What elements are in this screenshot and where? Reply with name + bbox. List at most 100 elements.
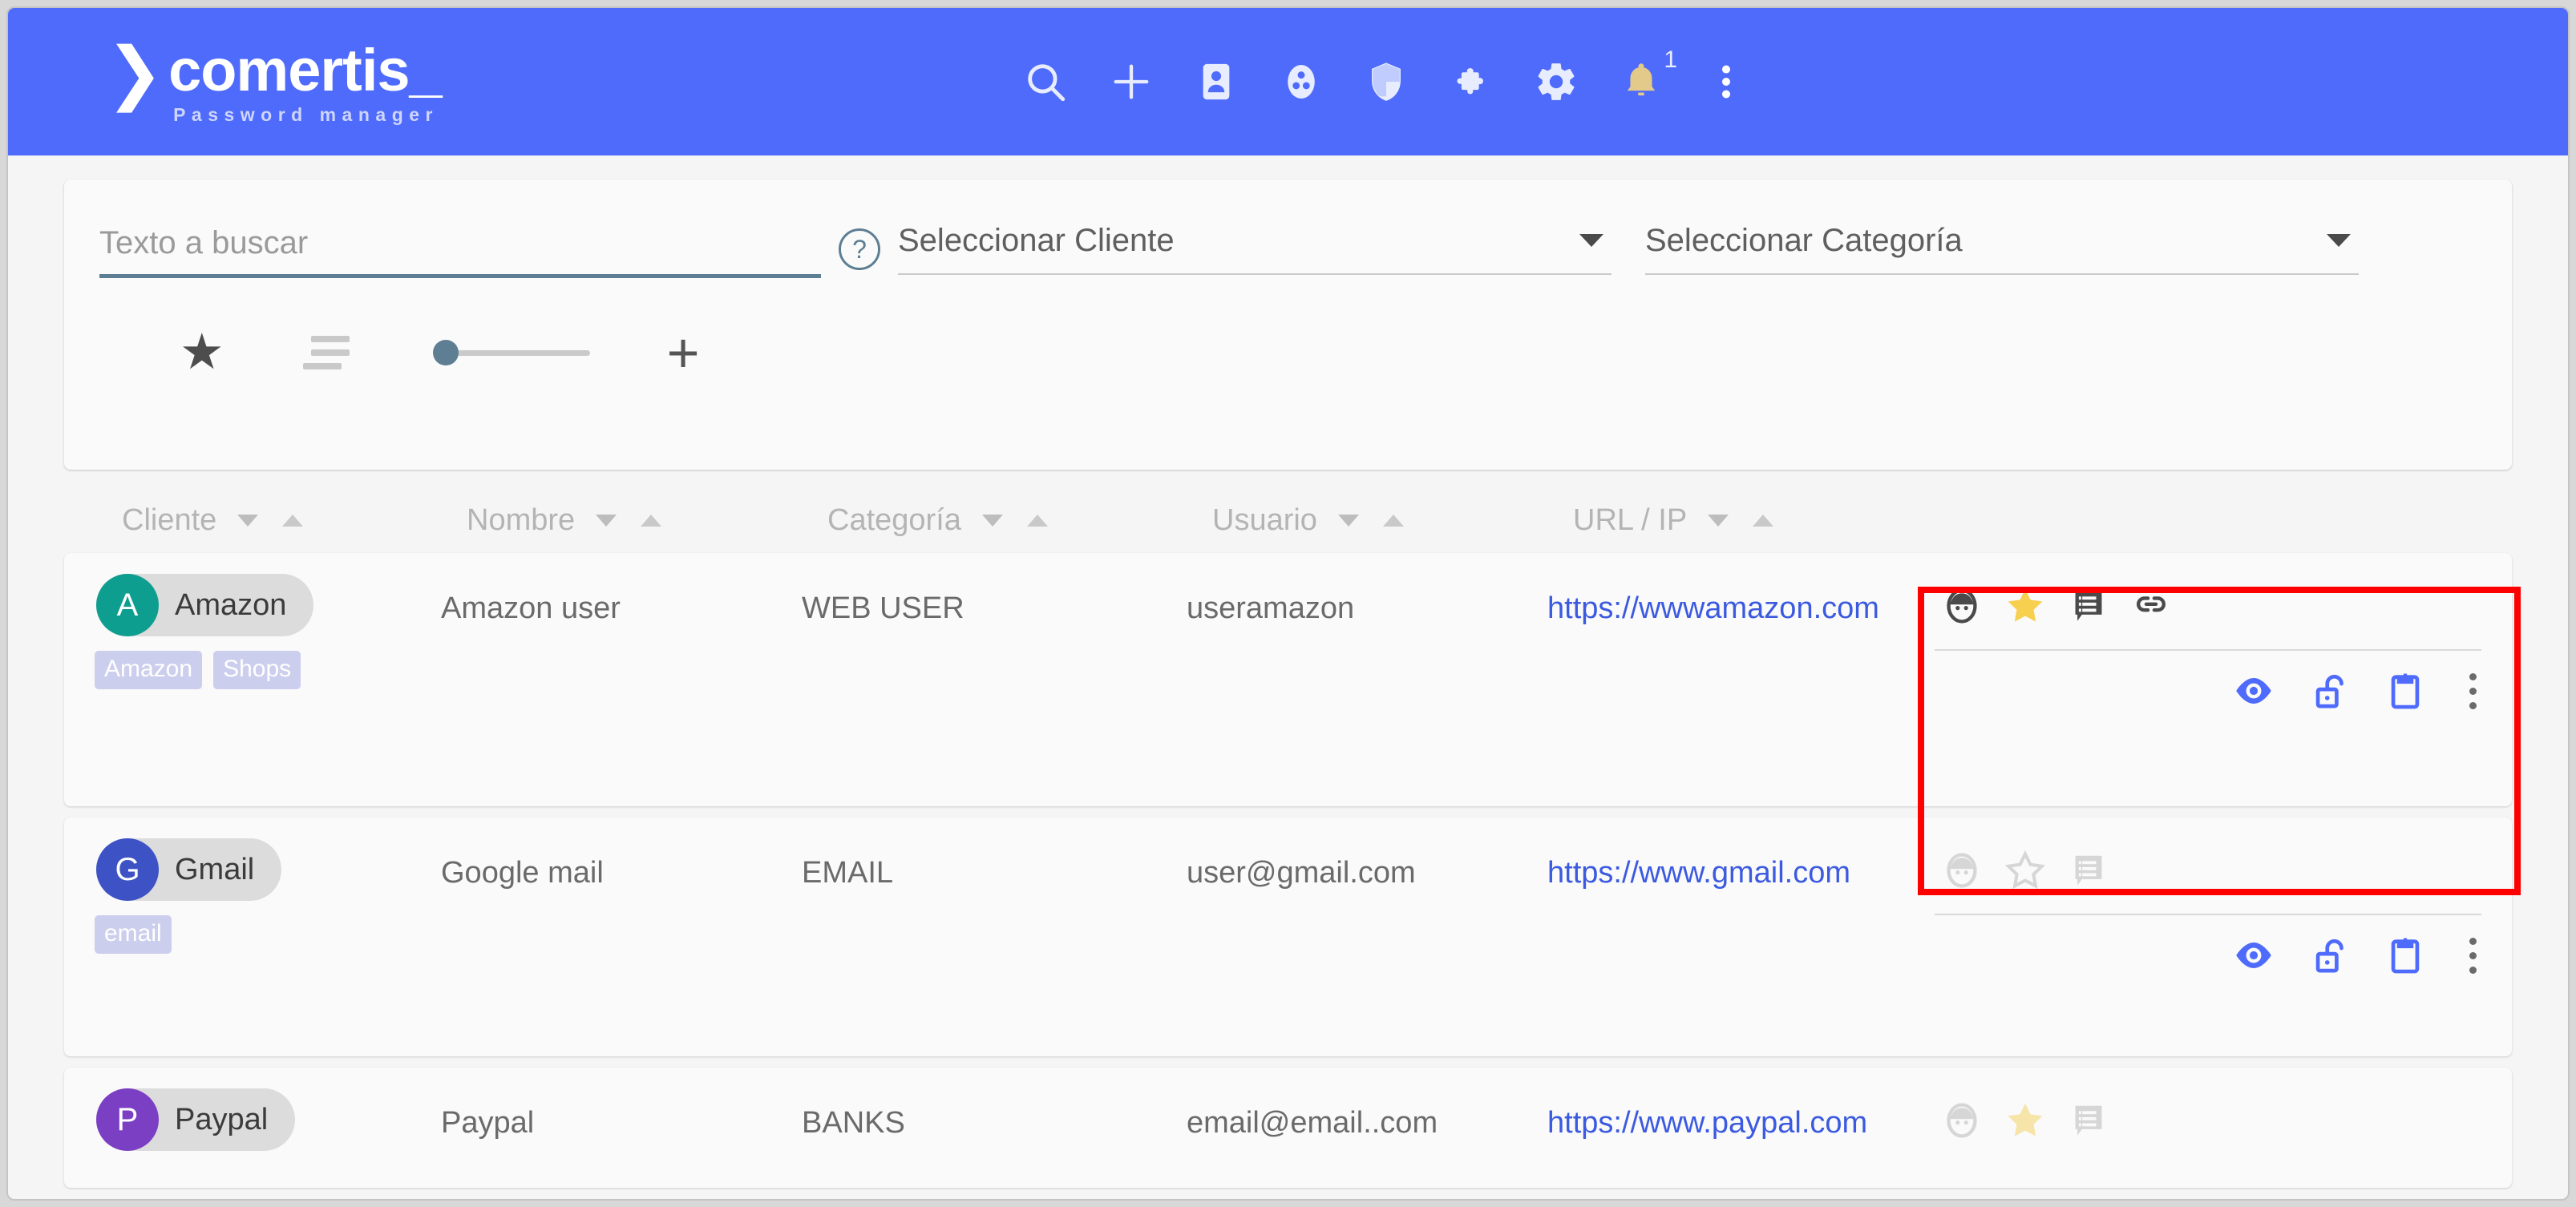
app-window: ❯ comertis_ Password manager 1 Texto a b… (6, 6, 2570, 1201)
sort-arrows (237, 514, 304, 527)
avatar: G (96, 838, 159, 901)
search-input-underline (99, 274, 821, 278)
sort-desc-icon[interactable] (981, 514, 1003, 527)
cell-usuario: useramazon (1187, 591, 1355, 625)
star-icon[interactable] (2004, 584, 2047, 628)
sort-desc-icon[interactable] (237, 514, 259, 527)
search-icon[interactable] (1002, 38, 1089, 125)
eye-icon[interactable] (2230, 932, 2277, 979)
category-select-underline (1645, 273, 2359, 275)
cell-usuario: email@email..com (1187, 1106, 1438, 1140)
contact-card-icon[interactable] (1174, 38, 1259, 125)
chevron-down-icon (2327, 234, 2351, 247)
unlock-icon[interactable] (2307, 668, 2352, 713)
tag[interactable]: Shops (213, 651, 301, 689)
row-actions-panel (1931, 569, 2485, 731)
sort-desc-icon[interactable] (1337, 514, 1359, 527)
kebab-menu-icon[interactable] (1684, 38, 1769, 125)
category-select-value: Seleccionar Categoría (1645, 223, 1963, 258)
star-icon[interactable] (2004, 1099, 2047, 1142)
table-header-row: Cliente Nombre Categoría Usuario URL / I… (64, 487, 2512, 553)
cell-nombre: Google mail (441, 856, 604, 890)
eye-icon[interactable] (2230, 668, 2277, 714)
sort-arrows (1337, 514, 1404, 527)
client-chip[interactable]: P Paypal (96, 1088, 296, 1151)
url-link[interactable]: https://www.gmail.com (1547, 856, 1850, 890)
add-entry-plus-icon[interactable]: + (667, 325, 700, 381)
gear-icon[interactable] (1514, 38, 1599, 125)
client-select[interactable]: Seleccionar Cliente (898, 223, 1612, 275)
puzzle-icon[interactable] (1429, 38, 1514, 125)
density-slider[interactable] (432, 333, 590, 372)
note-comment-icon[interactable] (2068, 585, 2109, 627)
url-link[interactable]: https://www.paypal.com (1547, 1106, 1867, 1140)
table-row[interactable]: A Amazon Amazon user WEB USER useramazon… (64, 553, 2512, 806)
cell-cliente: A Amazon (64, 574, 441, 636)
app-header: ❯ comertis_ Password manager 1 (8, 8, 2568, 155)
help-icon[interactable]: ? (839, 228, 880, 270)
entries-table: Cliente Nombre Categoría Usuario URL / I… (64, 487, 2512, 1188)
url-link[interactable]: https://wwwamazon.com (1547, 591, 1879, 625)
person-face-icon[interactable] (1941, 1100, 1983, 1141)
shield-icon[interactable] (1344, 38, 1429, 125)
cell-nombre: Amazon user (441, 591, 621, 625)
search-input[interactable] (99, 225, 821, 274)
cell-cliente: P Paypal (64, 1088, 441, 1151)
column-header-categoria[interactable]: Categoría (827, 503, 1212, 538)
tag[interactable]: Amazon (95, 651, 203, 689)
person-face-icon[interactable] (1941, 850, 1983, 891)
person-face-icon[interactable] (1941, 585, 1983, 627)
kebab-menu-icon[interactable] (2469, 937, 2477, 974)
client-chip[interactable]: G Gmail (96, 838, 282, 901)
sort-arrows (981, 514, 1048, 527)
chevron-down-icon (1579, 234, 1603, 247)
sort-desc-icon[interactable] (596, 514, 617, 527)
row-status-icons (1931, 1084, 2485, 1157)
note-comment-icon[interactable] (2068, 850, 2109, 891)
tag[interactable]: email (95, 915, 172, 954)
sort-arrows (596, 514, 662, 527)
slider-thumb[interactable] (432, 340, 459, 365)
table-row[interactable]: P Paypal Paypal BANKS email@email..com h… (64, 1068, 2512, 1188)
column-header-url-ip[interactable]: URL / IP (1573, 503, 1958, 538)
cell-categoria: WEB USER (802, 591, 964, 625)
search-field-wrapper (99, 225, 821, 278)
avatar: A (96, 574, 159, 636)
brand-name: comertis_ (168, 36, 443, 103)
row-action-buttons (1931, 651, 2485, 731)
clipboard-icon[interactable] (2383, 668, 2428, 713)
kebab-menu-icon[interactable] (2469, 672, 2477, 709)
note-comment-icon[interactable] (2068, 1100, 2109, 1141)
category-select[interactable]: Seleccionar Categoría (1645, 223, 2359, 275)
sort-asc-icon[interactable] (1382, 514, 1404, 527)
cell-categoria: EMAIL (802, 856, 894, 890)
sort-desc-icon[interactable] (1708, 514, 1729, 527)
sort-asc-icon[interactable] (282, 514, 304, 527)
avatar: P (96, 1088, 159, 1151)
table-row[interactable]: G Gmail Google mail EMAIL user@gmail.com… (64, 817, 2512, 1056)
groups-icon[interactable] (1259, 38, 1344, 125)
clipboard-icon[interactable] (2383, 933, 2428, 978)
sort-lines-icon[interactable] (302, 336, 350, 369)
header-toolbar: 1 (1002, 8, 1769, 155)
client-select-underline (898, 273, 1612, 275)
unlock-icon[interactable] (2307, 933, 2352, 978)
search-filter-panel: ? Seleccionar Cliente Seleccionar Catego… (64, 180, 2512, 470)
add-icon[interactable] (1089, 38, 1174, 125)
link-icon[interactable] (2130, 585, 2172, 627)
column-header-cliente[interactable]: Cliente (122, 503, 467, 538)
row-status-icons (1931, 569, 2485, 643)
sort-asc-icon[interactable] (641, 514, 662, 527)
sort-asc-icon[interactable] (1026, 514, 1048, 527)
cell-usuario: user@gmail.com (1187, 856, 1416, 890)
column-header-usuario[interactable]: Usuario (1212, 503, 1573, 538)
row-status-icons (1931, 834, 2485, 907)
sort-asc-icon[interactable] (1753, 514, 1774, 527)
column-header-nombre[interactable]: Nombre (467, 503, 827, 538)
cell-categoria: BANKS (802, 1106, 905, 1140)
favorite-filter-star-icon[interactable]: ★ (180, 328, 224, 377)
star-icon[interactable] (2004, 849, 2047, 892)
client-chip[interactable]: A Amazon (96, 574, 314, 636)
notification-badge: 1 (1664, 46, 1677, 73)
bell-icon[interactable]: 1 (1599, 38, 1684, 125)
